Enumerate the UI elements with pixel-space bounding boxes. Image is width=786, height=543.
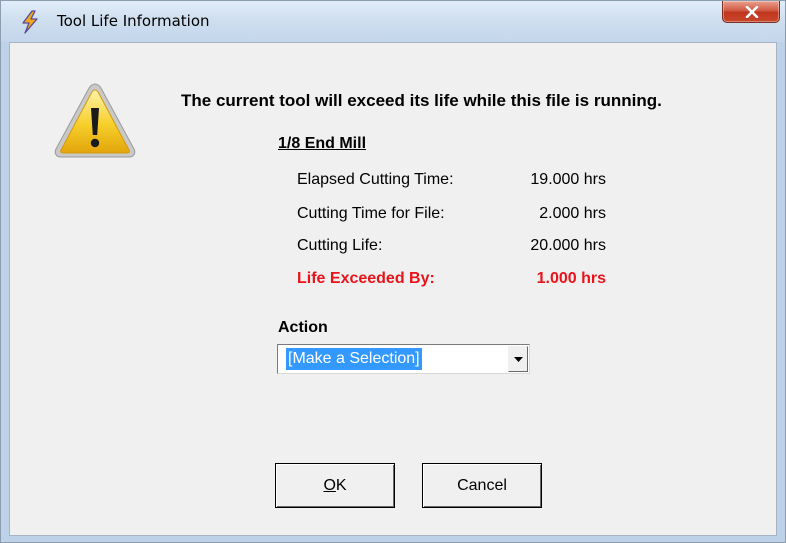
action-label: Action <box>278 319 328 336</box>
life-exceeded-by-label: Life Exceeded By: <box>297 270 435 287</box>
warning-message: The current tool will exceed its life wh… <box>181 91 662 110</box>
close-icon <box>745 6 759 18</box>
elapsed-cutting-time-label: Elapsed Cutting Time: <box>297 171 454 188</box>
cancel-button[interactable]: Cancel <box>422 463 542 508</box>
cutting-time-for-file-value: 2.000 hrs <box>539 205 606 222</box>
chevron-down-icon <box>514 357 523 362</box>
warning-icon <box>54 83 136 158</box>
window-title: Tool Life Information <box>57 12 210 30</box>
tool-name: 1/8 End Mill <box>278 135 367 152</box>
lightning-bolt-icon <box>22 10 38 34</box>
tool-life-dialog-window: Tool Life Information The current tool w… <box>0 0 786 543</box>
dialog-body: The current tool will exceed its life wh… <box>9 42 777 536</box>
cutting-time-for-file-label: Cutting Time for File: <box>297 205 445 222</box>
ok-mnemonic: O <box>323 477 336 494</box>
cutting-life-value: 20.000 hrs <box>530 237 606 254</box>
action-selected-value: [Make a Selection] <box>286 348 422 370</box>
ok-button[interactable]: OK <box>275 463 395 508</box>
dropdown-arrow-button[interactable] <box>508 346 528 372</box>
title-bar[interactable]: Tool Life Information <box>1 1 785 42</box>
cutting-life-label: Cutting Life: <box>297 237 383 254</box>
close-button[interactable] <box>722 1 780 23</box>
life-exceeded-by-value: 1.000 hrs <box>536 270 606 287</box>
ok-label-rest: K <box>335 477 347 494</box>
elapsed-cutting-time-value: 19.000 hrs <box>530 171 606 188</box>
action-dropdown[interactable]: [Make a Selection] <box>277 344 530 374</box>
